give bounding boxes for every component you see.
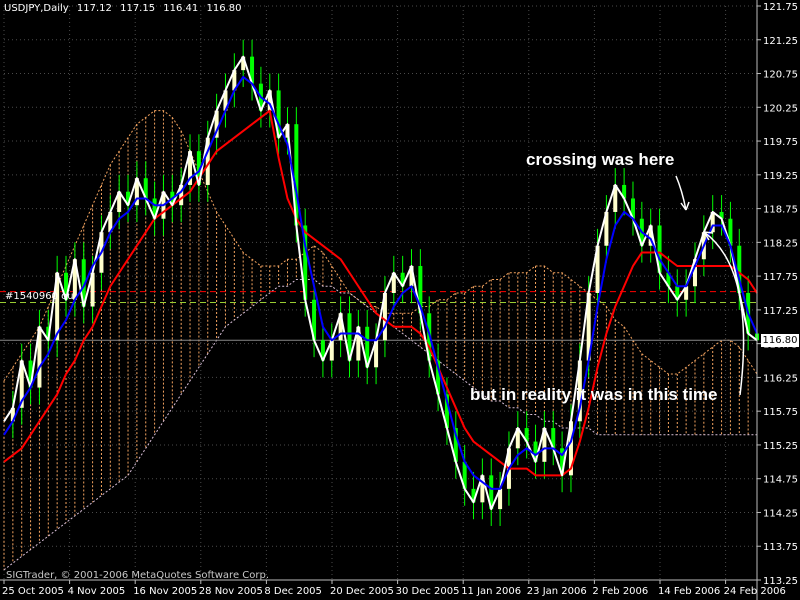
y-tick-label: 114.75: [763, 475, 798, 486]
x-tick-label: 14 Feb 2006: [658, 586, 720, 597]
y-tick-label: 118.25: [763, 238, 798, 249]
y-tick-label: 121.75: [763, 2, 798, 13]
x-tick-label: 30 Dec 2005: [396, 586, 460, 597]
y-tick-label: 120.25: [763, 103, 798, 114]
x-tick-label: 8 Dec 2005: [264, 586, 322, 597]
symbol-label: USDJPY,Daily: [4, 3, 69, 14]
copyright-text: SIGTrader, © 2001-2006 MetaQuotes Softwa…: [6, 570, 270, 581]
annotation-crossing: crossing was here: [526, 150, 675, 169]
price-chart[interactable]: 121.75 121.25 120.75 120.25 119.75 119.25 118.…: [0, 0, 800, 600]
y-tick-label: 119.25: [763, 171, 798, 182]
x-tick-label: 4 Nov 2005: [68, 586, 126, 597]
y-tick-label: 113.75: [763, 542, 798, 553]
low-value: 116.41: [163, 3, 199, 14]
chart-background: [0, 0, 800, 600]
y-tick-label: 117.25: [763, 306, 798, 317]
y-tick-label: 117.75: [763, 272, 798, 283]
annotation-reality: but in reality it was in this time: [470, 385, 718, 404]
x-tick-label: 16 Nov 2005: [133, 586, 197, 597]
level-label: #1540960 ou: [5, 291, 74, 302]
current-price-label: 116.80: [761, 334, 799, 347]
y-tick-label: 118.75: [763, 205, 798, 216]
high-value: 117.15: [120, 3, 156, 14]
x-tick-label: 20 Dec 2005: [330, 586, 394, 597]
x-tick-label: 25 Oct 2005: [2, 586, 64, 597]
x-tick-label: 24 Feb 2006: [724, 586, 786, 597]
x-tick-label: 11 Jan 2006: [461, 586, 521, 597]
open-value: 117.12: [76, 3, 112, 14]
x-tick-label: 28 Nov 2005: [199, 586, 263, 597]
y-tick-label: 120.75: [763, 70, 798, 81]
chart-header: USDJPY,Daily 117.12 117.15 116.41 116.80: [4, 3, 246, 14]
y-tick-label: 115.75: [763, 407, 798, 418]
x-tick-label: 23 Jan 2006: [527, 586, 587, 597]
close-value: 116.80: [206, 3, 242, 14]
x-tick-label: 2 Feb 2006: [592, 586, 648, 597]
y-tick-label: 114.25: [763, 508, 798, 519]
y-tick-label: 119.75: [763, 137, 798, 148]
y-tick-label: 121.25: [763, 36, 798, 47]
y-tick-label: 116.25: [763, 373, 798, 384]
y-tick-label: 115.25: [763, 441, 798, 452]
